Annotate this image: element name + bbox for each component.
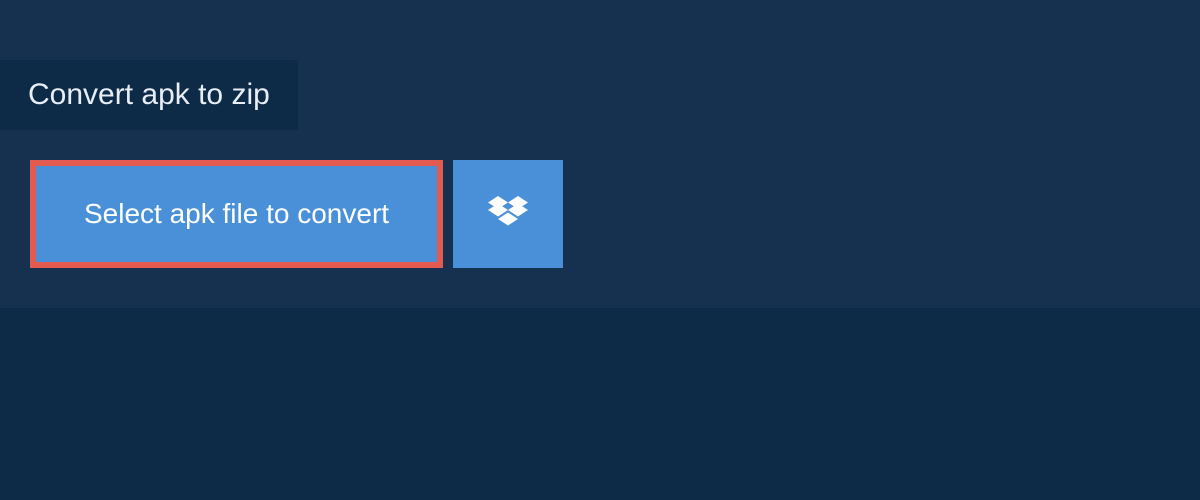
select-file-button-label: Select apk file to convert [84, 198, 389, 229]
dropbox-source-button[interactable] [453, 160, 563, 268]
select-button-highlight: Select apk file to convert [30, 160, 443, 268]
header-panel: Convert apk to zip Select apk file to co… [0, 0, 1200, 308]
dropbox-icon [488, 196, 528, 232]
select-file-button[interactable]: Select apk file to convert [36, 166, 437, 262]
tab-label: Convert apk to zip [28, 78, 270, 111]
tab-convert-apk-to-zip[interactable]: Convert apk to zip [0, 60, 298, 130]
button-row: Select apk file to convert [0, 130, 1200, 268]
tab-container: Convert apk to zip [0, 60, 298, 130]
